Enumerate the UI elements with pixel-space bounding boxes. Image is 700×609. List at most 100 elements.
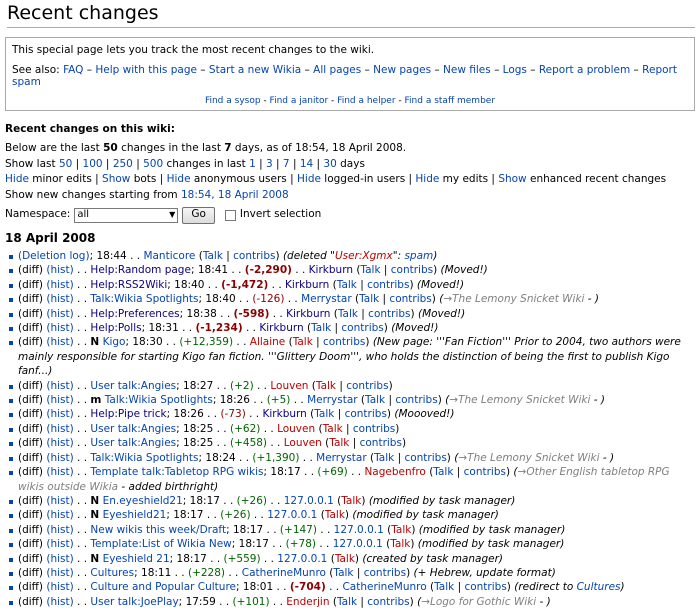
toggle-filter-link[interactable]: Hide xyxy=(167,173,191,185)
hist-link[interactable]: (hist) xyxy=(46,279,73,291)
page-link[interactable]: Help:Random page xyxy=(90,264,191,276)
contribs-link[interactable]: contribs xyxy=(464,466,506,478)
hist-link[interactable]: (hist) xyxy=(46,437,73,449)
summary-link[interactable]: →The Lemony Snicket Wiki xyxy=(449,394,590,406)
page-link[interactable]: Talk:Wikia Spotlights xyxy=(105,394,213,406)
page-link[interactable]: Culture and Popular Culture xyxy=(90,581,236,593)
page-link[interactable]: Help:Polls xyxy=(90,322,141,334)
user-link[interactable]: Kirkburn xyxy=(309,264,353,276)
show-days-link[interactable]: 14 xyxy=(300,158,313,170)
user-link[interactable]: 127.0.0.1 xyxy=(277,553,327,565)
user-link[interactable]: Merrystar xyxy=(307,394,358,406)
talk-link[interactable]: Talk xyxy=(333,567,353,579)
hist-link[interactable]: (hist) xyxy=(46,524,73,536)
talk-link[interactable]: Talk xyxy=(337,279,357,291)
page-link[interactable]: Help:Pipe trick xyxy=(90,408,166,420)
toggle-filter-link[interactable]: Show xyxy=(102,173,130,185)
page-link[interactable]: User talk:Angies xyxy=(90,437,176,449)
talk-link[interactable]: Talk xyxy=(341,495,361,507)
hist-link[interactable]: (hist) xyxy=(46,408,73,420)
see-also-link[interactable]: New pages xyxy=(373,64,431,76)
toggle-filter-link[interactable]: Hide xyxy=(5,173,29,185)
see-also-link[interactable]: Help with this page xyxy=(95,64,197,76)
contribs-link[interactable]: contribs xyxy=(323,336,365,348)
talk-link[interactable]: Talk xyxy=(390,538,410,550)
contribs-link[interactable]: contribs xyxy=(391,264,433,276)
show-count-link[interactable]: 250 xyxy=(113,158,133,170)
find-link[interactable]: Find a sysop xyxy=(205,96,261,106)
page-link[interactable]: User talk:JoePlay xyxy=(90,596,178,608)
show-days-link[interactable]: 7 xyxy=(283,158,290,170)
toggle-filter-link[interactable]: Hide xyxy=(297,173,321,185)
contribs-link[interactable]: contribs xyxy=(367,596,409,608)
user-link[interactable]: CatherineMunro xyxy=(342,581,426,593)
user-link[interactable]: CatherineMunro xyxy=(242,567,326,579)
go-button[interactable]: Go xyxy=(182,206,215,224)
see-also-link[interactable]: New files xyxy=(443,64,491,76)
hist-link[interactable]: (hist) xyxy=(46,538,73,550)
talk-link[interactable]: Talk xyxy=(311,322,331,334)
talk-link[interactable]: Talk xyxy=(359,293,379,305)
see-also-link[interactable]: Logs xyxy=(503,64,527,76)
show-days-link[interactable]: 1 xyxy=(249,158,256,170)
contribs-link[interactable]: contribs xyxy=(404,452,446,464)
talk-link[interactable]: Talk xyxy=(325,509,345,521)
user-link[interactable]: 127.0.0.1 xyxy=(284,495,334,507)
user-link[interactable]: Kirkburn xyxy=(286,308,330,320)
hist-link[interactable]: (hist) xyxy=(46,264,73,276)
user-link[interactable]: Kirkburn xyxy=(259,322,303,334)
hist-link[interactable]: (hist) xyxy=(46,452,73,464)
user-link[interactable]: Enderjin xyxy=(286,596,329,608)
hist-link[interactable]: (hist) xyxy=(46,466,73,478)
hist-link[interactable]: (hist) xyxy=(46,509,73,521)
talk-link[interactable]: Talk xyxy=(335,553,355,565)
hist-link[interactable]: (hist) xyxy=(46,423,73,435)
see-also-link[interactable]: All pages xyxy=(313,64,361,76)
find-link[interactable]: Find a helper xyxy=(337,96,395,106)
contribs-link[interactable]: contribs xyxy=(233,250,275,262)
hist-link[interactable]: (hist) xyxy=(46,553,73,565)
summary-link[interactable]: Cultures xyxy=(577,581,621,593)
contribs-link[interactable]: contribs xyxy=(389,293,431,305)
summary-link[interactable]: User:Xgmx xyxy=(335,250,393,262)
invert-selection-checkbox[interactable] xyxy=(224,209,236,221)
page-link[interactable]: Talk:Wikia Spotlights xyxy=(90,452,198,464)
user-link[interactable]: Louven xyxy=(277,423,315,435)
user-link[interactable]: 127.0.0.1 xyxy=(267,509,317,521)
user-link[interactable]: Kirkburn xyxy=(263,408,307,420)
hist-link[interactable]: (hist) xyxy=(46,567,73,579)
user-link[interactable]: Louven xyxy=(270,380,308,392)
toggle-filter-link[interactable]: Show xyxy=(498,173,526,185)
page-link[interactable]: Kigo xyxy=(103,336,126,348)
user-link[interactable]: Merrystar xyxy=(301,293,352,305)
contribs-link[interactable]: contribs xyxy=(395,394,437,406)
summary-link[interactable]: →The Lemony Snicket Wiki xyxy=(458,452,599,464)
talk-link[interactable]: Talk xyxy=(314,408,334,420)
contribs-link[interactable]: contribs xyxy=(364,567,406,579)
show-days-link[interactable]: 3 xyxy=(266,158,273,170)
see-also-link[interactable]: FAQ xyxy=(63,64,83,76)
user-link[interactable]: 127.0.0.1 xyxy=(333,538,383,550)
page-link[interactable]: Eyeshield 21 xyxy=(103,553,170,565)
talk-link[interactable]: Talk xyxy=(203,250,223,262)
contribs-link[interactable]: contribs xyxy=(341,322,383,334)
contribs-link[interactable]: contribs xyxy=(367,279,409,291)
page-link[interactable]: En.eyeshield21 xyxy=(103,495,183,507)
user-link[interactable]: 127.0.0.1 xyxy=(334,524,384,536)
show-count-link[interactable]: 50 xyxy=(59,158,72,170)
user-link[interactable]: Merrystar xyxy=(316,452,367,464)
talk-link[interactable]: Talk xyxy=(293,336,313,348)
show-count-link[interactable]: 100 xyxy=(83,158,103,170)
hist-link[interactable]: (hist) xyxy=(46,581,73,593)
summary-link[interactable]: →Logo for Gothic Wiki xyxy=(421,596,536,608)
talk-link[interactable]: Talk xyxy=(391,524,411,536)
contribs-link[interactable]: contribs xyxy=(464,581,506,593)
talk-link[interactable]: Talk xyxy=(323,423,343,435)
hist-link[interactable]: (hist) xyxy=(46,336,73,348)
hist-link[interactable]: (hist) xyxy=(46,596,73,608)
see-also-link[interactable]: Start a new Wikia xyxy=(209,64,301,76)
user-link[interactable]: Nagebenfro xyxy=(364,466,425,478)
user-link[interactable]: Allaine xyxy=(250,336,285,348)
page-link[interactable]: Template:List of Wikia New xyxy=(90,538,231,550)
contribs-link[interactable]: contribs xyxy=(345,408,387,420)
